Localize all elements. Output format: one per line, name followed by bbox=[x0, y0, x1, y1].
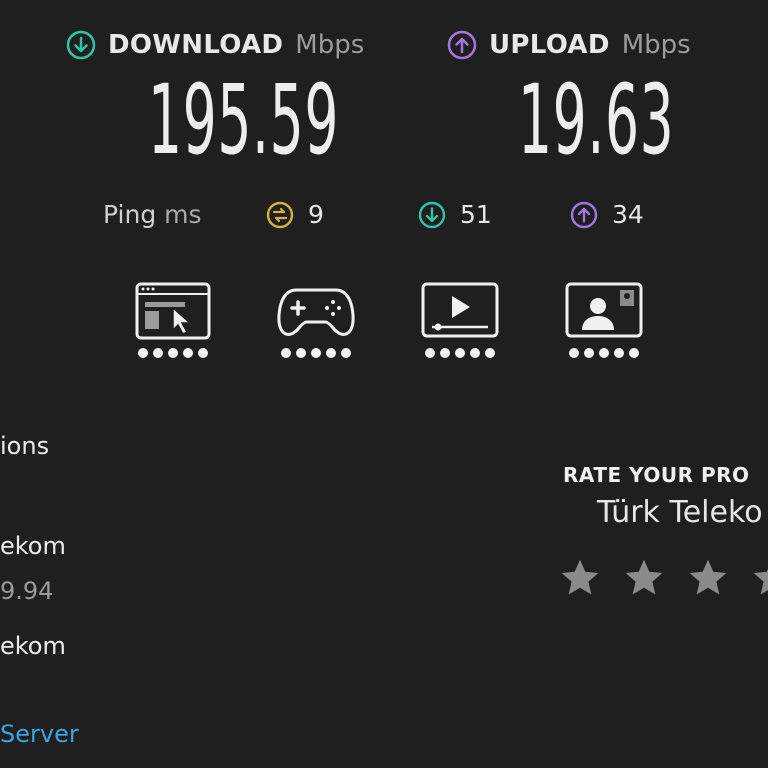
upload-circle-icon bbox=[447, 30, 477, 60]
quality-video-chat bbox=[564, 280, 644, 358]
ping-row: Ping ms bbox=[103, 200, 202, 229]
change-server-link[interactable]: Server bbox=[0, 720, 79, 748]
rate-provider-title: RATE YOUR PRO bbox=[563, 463, 750, 487]
ping-download-value: 51 bbox=[460, 200, 492, 229]
gaming-icon bbox=[277, 288, 355, 336]
download-value: 195.59 bbox=[148, 64, 340, 176]
rating-stars bbox=[558, 556, 768, 600]
download-circle-icon bbox=[66, 30, 96, 60]
star-icon[interactable] bbox=[558, 556, 602, 600]
web-browsing-icon bbox=[135, 282, 211, 340]
download-unit: Mbps bbox=[295, 30, 365, 60]
quality-video-streaming bbox=[420, 280, 500, 358]
star-icon[interactable] bbox=[750, 556, 768, 600]
ping-upload-value: 34 bbox=[612, 200, 644, 229]
video-streaming-icon bbox=[421, 282, 499, 338]
upload-label: UPLOAD bbox=[489, 30, 610, 60]
server-name: ekom bbox=[0, 632, 66, 660]
ping-label: Ping ms bbox=[103, 200, 202, 229]
ping-idle-value: 9 bbox=[308, 200, 324, 229]
download-label: DOWNLOAD bbox=[108, 30, 284, 60]
upload-header: UPLOAD Mbps bbox=[447, 30, 691, 60]
video-chat-icon bbox=[565, 282, 643, 338]
ping-download: 51 bbox=[418, 200, 492, 229]
star-icon[interactable] bbox=[622, 556, 666, 600]
upload-value: 19.63 bbox=[518, 64, 675, 176]
isp-name: ekom bbox=[0, 532, 66, 560]
connections-label: ions bbox=[0, 432, 50, 460]
upload-circle-icon bbox=[570, 201, 598, 228]
ip-address: 9.94 bbox=[0, 577, 54, 605]
download-circle-icon bbox=[418, 201, 446, 228]
provider-name: Türk Teleko bbox=[597, 495, 763, 530]
upload-unit: Mbps bbox=[621, 30, 691, 60]
quality-gaming bbox=[276, 280, 356, 358]
download-header: DOWNLOAD Mbps bbox=[66, 30, 364, 60]
video-streaming-rating bbox=[425, 348, 495, 358]
star-icon[interactable] bbox=[686, 556, 730, 600]
web-browsing-rating bbox=[138, 348, 208, 358]
video-chat-rating bbox=[569, 348, 639, 358]
quality-web-browsing bbox=[133, 280, 213, 358]
ping-idle-icon bbox=[266, 201, 294, 228]
gaming-rating bbox=[281, 348, 351, 358]
ping-idle: 9 bbox=[266, 200, 324, 229]
ping-upload: 34 bbox=[570, 200, 644, 229]
